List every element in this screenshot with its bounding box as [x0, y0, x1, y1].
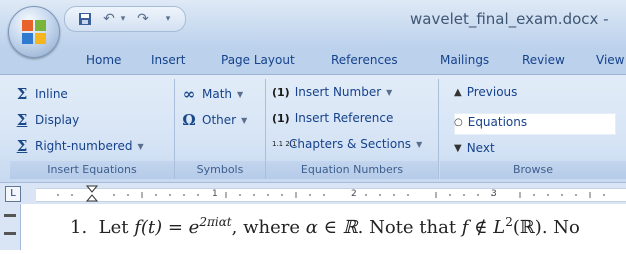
ruler-number: 1: [212, 189, 218, 199]
vertical-ruler-marks: [4, 214, 16, 235]
inline-label: Inline: [35, 87, 68, 101]
tab-home[interactable]: Home: [86, 53, 121, 67]
math-l2-superscript: 2: [505, 215, 513, 229]
math-f-t: f(t) = e: [134, 217, 200, 238]
text-where: , where: [231, 217, 300, 238]
vertical-ruler: [0, 204, 21, 250]
group-label: Insert Equations: [10, 161, 174, 179]
tab-page-layout[interactable]: Page Layout: [221, 53, 295, 67]
math-label: Math: [202, 87, 233, 101]
chevron-down-icon: ▼: [386, 87, 393, 97]
text-tail: . No: [541, 217, 580, 238]
display-button[interactable]: Σ Display: [14, 111, 80, 129]
insert-reference-icon: (1): [272, 111, 290, 125]
text-let: Let: [98, 217, 129, 238]
save-icon[interactable]: [75, 9, 95, 29]
document-area[interactable]: 1. Let f(t) = e2πiαt, where α ∈ ℝ. Note …: [0, 204, 626, 250]
previous-icon: ▲: [454, 86, 462, 98]
customize-qat-icon[interactable]: ▾: [161, 9, 175, 29]
tab-selector-button[interactable]: L: [5, 186, 21, 202]
math-exponent: 2πiαt: [199, 215, 232, 229]
chevron-down-icon: ▼: [137, 141, 144, 151]
indent-marker-icon[interactable]: [86, 185, 98, 203]
display-label: Display: [35, 113, 80, 127]
sigma-display-icon: Σ: [16, 111, 28, 129]
insert-number-button[interactable]: (1) Insert Number ▼: [272, 85, 392, 99]
office-button[interactable]: [8, 6, 60, 58]
chapters-icon: 1.1 2.1: [272, 139, 297, 148]
group-label: Symbols: [175, 161, 265, 179]
right-numbered-label: Right-numbered: [35, 139, 133, 153]
infinity-icon: ∞: [182, 85, 196, 103]
chapters-sections-button[interactable]: 1.1 2.1 Chapters & Sections ▼: [272, 137, 422, 151]
inline-button[interactable]: Σ Inline: [14, 85, 68, 103]
insert-number-label: Insert Number: [294, 85, 382, 99]
ruler-track: [36, 188, 626, 202]
group-label: Equation Numbers: [266, 161, 438, 179]
equations-label: Equations: [467, 115, 528, 129]
chevron-down-icon: ▼: [241, 115, 248, 125]
next-button[interactable]: ▼ Next: [454, 141, 495, 155]
chevron-down-icon: ▼: [416, 139, 423, 149]
insert-reference-button[interactable]: (1) Insert Reference: [272, 111, 393, 125]
chevron-down-icon: ▼: [237, 89, 244, 99]
ribbon: Σ Inline Σ Display Σ Right-numbered ▼ In…: [0, 74, 626, 183]
tab-references[interactable]: References: [331, 53, 398, 67]
previous-button[interactable]: ▲ Previous: [454, 85, 517, 99]
group-label: Browse: [440, 161, 626, 179]
circle-icon: ○: [454, 116, 463, 128]
undo-icon[interactable]: ↶: [99, 9, 119, 29]
ruler-number: 2: [351, 189, 357, 199]
insert-reference-label: Insert Reference: [294, 111, 394, 125]
tab-mailings[interactable]: Mailings: [440, 53, 489, 67]
horizontal-ruler[interactable]: L 1 2 3: [0, 182, 626, 206]
math-alpha-in-r: α ∈ ℝ: [305, 217, 358, 238]
insert-number-icon: (1): [272, 85, 290, 99]
group-equation-numbers: (1) Insert Number ▼ (1) Insert Reference…: [266, 79, 439, 179]
other-button[interactable]: Ω Other ▼: [181, 111, 247, 129]
text-note-that: . Note that: [357, 217, 457, 238]
undo-dropdown-icon[interactable]: ▾: [117, 9, 129, 29]
math-f-not-in-l: f ∉ L: [461, 217, 506, 238]
chapters-sections-label: Chapters & Sections: [289, 137, 412, 151]
sigma-icon: Σ: [16, 85, 28, 103]
group-browse: ▲ Previous ○ Equations ▼ Next Browse: [440, 79, 626, 179]
group-insert-equations: Σ Inline Σ Display Σ Right-numbered ▼ In…: [10, 79, 175, 179]
other-label: Other: [202, 113, 237, 127]
group-symbols: ∞ Math ▼ Ω Other ▼ Symbols: [175, 79, 266, 179]
tab-insert[interactable]: Insert: [151, 53, 185, 67]
window-title: wavelet_final_exam.docx -: [410, 10, 609, 28]
ribbon-tabs: Home Insert Page Layout References Maili…: [0, 48, 626, 74]
math-button[interactable]: ∞ Math ▼: [181, 85, 243, 103]
previous-label: Previous: [466, 85, 518, 99]
math-paren-r: (ℝ): [512, 217, 542, 238]
ruler-number: 3: [491, 189, 497, 199]
title-bar: ↶ ▾ ↷ ▾ wavelet_final_exam.docx -: [0, 0, 626, 58]
tab-review[interactable]: Review: [522, 53, 565, 67]
browse-equations-button[interactable]: ○ Equations: [454, 115, 527, 129]
document-text-line: 1. Let f(t) = e2πiαt, where α ∈ ℝ. Note …: [70, 215, 580, 238]
list-number: 1.: [70, 217, 88, 238]
ruler-ticks: [57, 192, 605, 198]
next-label: Next: [466, 141, 495, 155]
next-icon: ▼: [454, 142, 462, 154]
quick-access-toolbar: ↶ ▾ ↷ ▾: [64, 6, 186, 32]
omega-icon: Ω: [182, 111, 196, 129]
tab-view[interactable]: View: [596, 53, 624, 67]
sigma-numbered-icon: Σ: [16, 137, 28, 155]
redo-icon[interactable]: ↷: [133, 9, 153, 29]
office-logo-icon: [22, 20, 46, 44]
right-numbered-button[interactable]: Σ Right-numbered ▼: [14, 137, 144, 155]
